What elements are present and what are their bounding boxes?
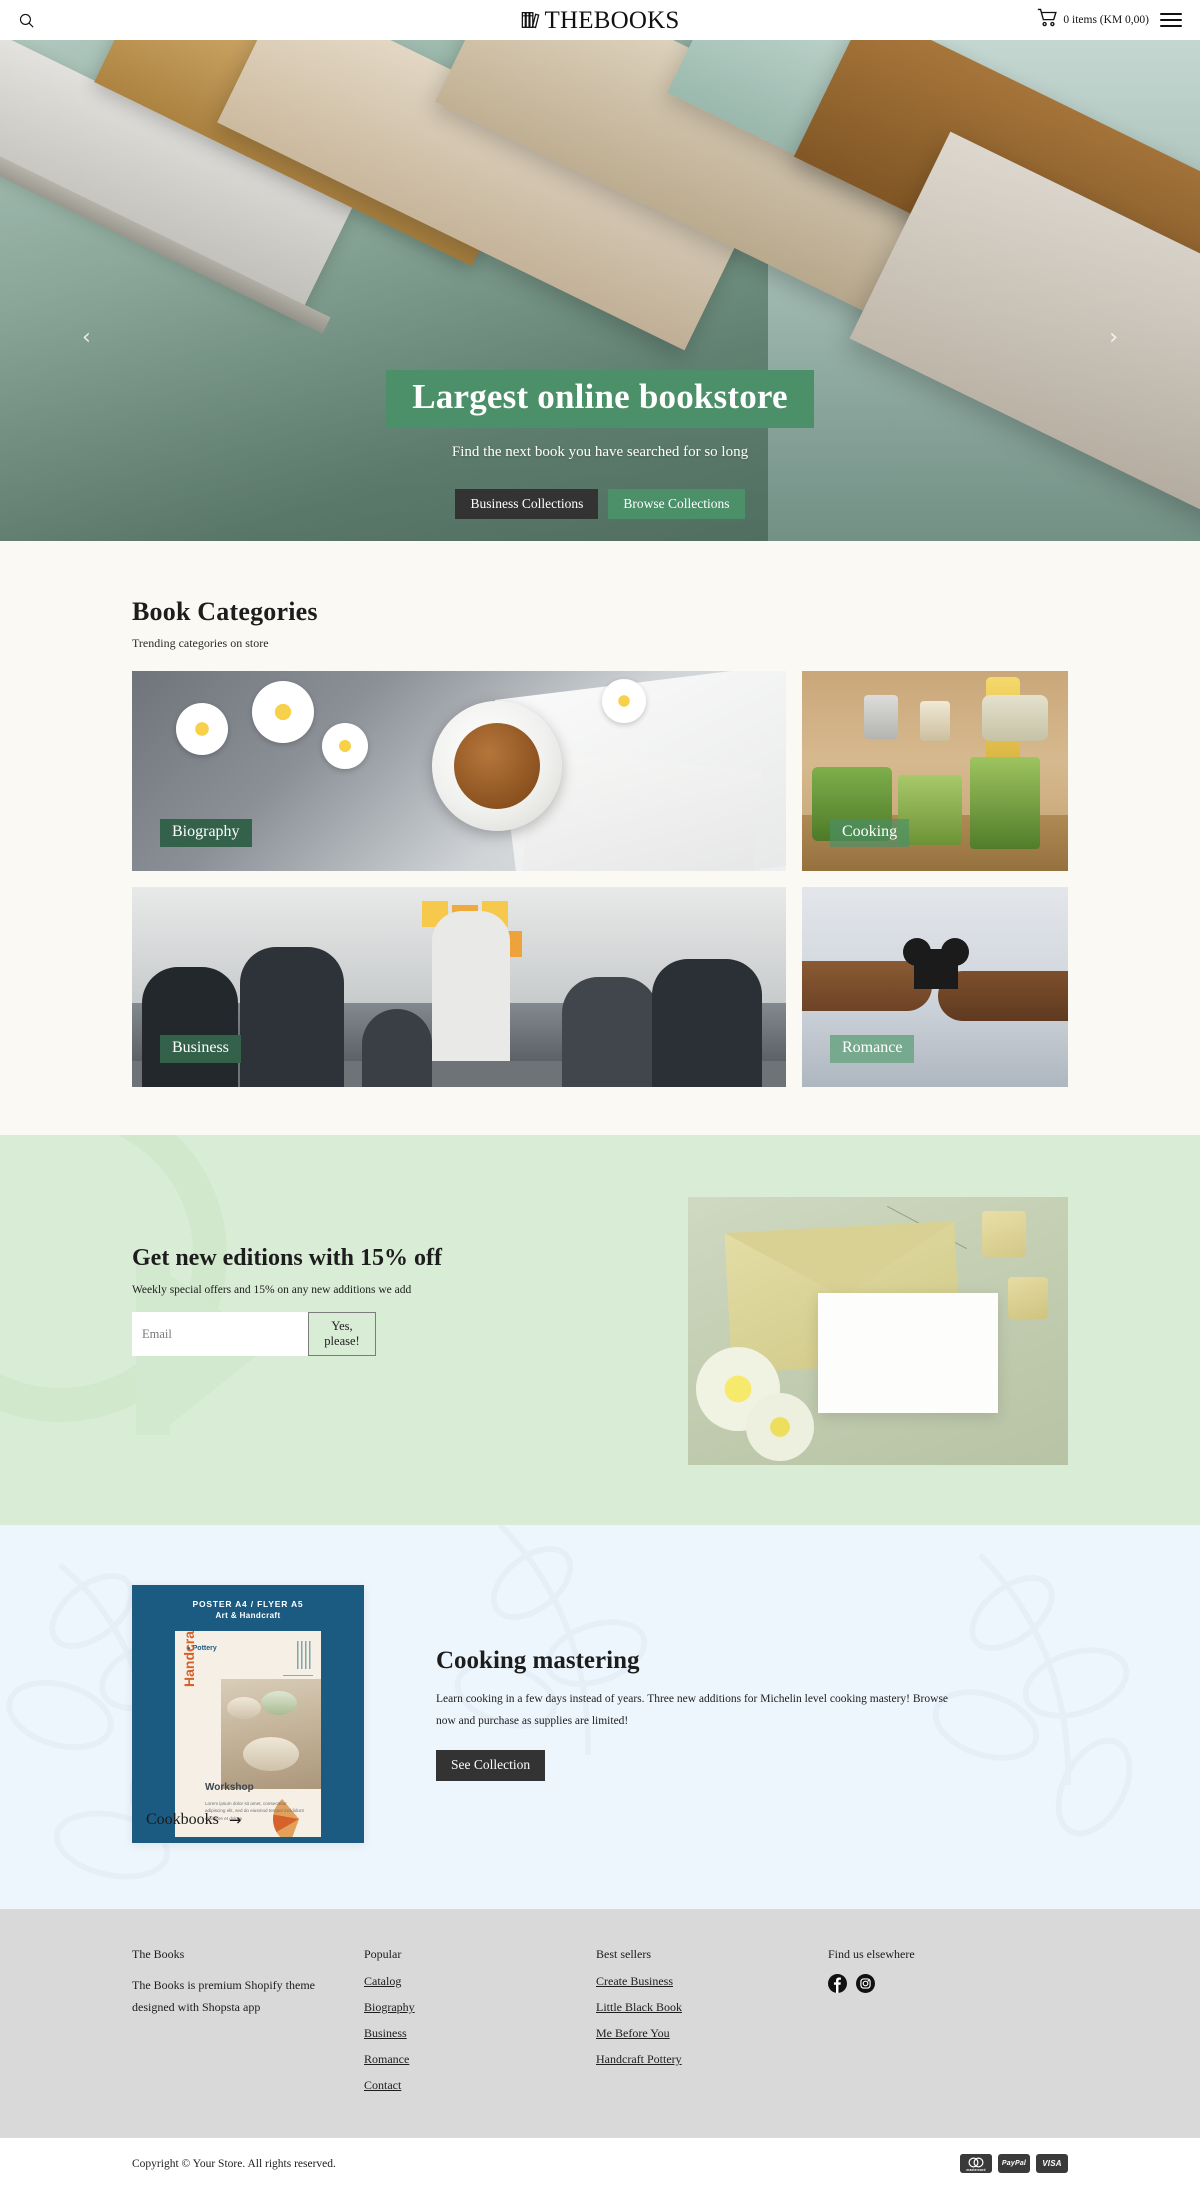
cookbooks-label: Cookbooks: [146, 1811, 219, 1828]
visa-icon: VISA: [1036, 2154, 1068, 2173]
email-field[interactable]: [132, 1312, 308, 1356]
browse-collections-button[interactable]: Browse Collections: [608, 488, 745, 520]
footer-column-social: Find us elsewhere: [828, 1947, 1068, 2104]
hero-title: Largest online bookstore: [386, 370, 814, 428]
logo-text: THEBOOKS: [544, 6, 680, 34]
footer-link-little-black-book[interactable]: Little Black Book: [596, 2000, 828, 2015]
footer-bottom-bar: Copyright © Your Store. All rights reser…: [0, 2138, 1200, 2189]
category-label: Business: [160, 1035, 241, 1063]
paypal-icon: PayPal: [998, 2154, 1030, 2173]
site-logo[interactable]: THEBOOKS: [521, 8, 680, 33]
footer-link-handcraft-pottery[interactable]: Handcraft Pottery: [596, 2052, 828, 2067]
poster-workshop-title: Workshop: [205, 1782, 254, 1793]
payment-methods: mastercard PayPal VISA: [960, 2154, 1068, 2173]
footer-link-contact[interactable]: Contact: [364, 2078, 596, 2093]
category-label: Biography: [160, 819, 252, 847]
poster-vertical-title: Handcraft Pottery: [181, 1631, 197, 1687]
newsletter-image: [688, 1197, 1068, 1465]
category-label: Romance: [830, 1035, 915, 1063]
cookbooks-link[interactable]: Cookbooks →: [146, 1811, 241, 1829]
category-label: Cooking: [830, 819, 910, 847]
newsletter-form: Yes, please!: [132, 1312, 376, 1356]
poster-head-line2: Art & Handcraft: [215, 1611, 281, 1620]
header-left: [18, 12, 35, 29]
category-card-business[interactable]: Business: [132, 887, 786, 1087]
header-right: 0 items (KM 0,00): [1037, 8, 1182, 32]
footer-heading: The Books: [132, 1947, 185, 1961]
hero-banner: ‹ › Largest online bookstore Find the ne…: [0, 40, 1200, 541]
newsletter-title: Get new editions with 15% off: [132, 1245, 442, 1271]
footer-column-about: The Books The Books is premium Shopify t…: [132, 1947, 364, 2104]
carousel-prev-arrow[interactable]: ‹: [82, 325, 91, 350]
footer-column-bestsellers: Best sellers Create Business Little Blac…: [596, 1947, 828, 2104]
site-header: THEBOOKS 0 items (KM 0,00): [0, 0, 1200, 40]
facebook-icon[interactable]: [828, 1974, 847, 1993]
hero-subtitle: Find the next book you have searched for…: [451, 443, 749, 460]
book-categories-section: Book Categories Trending categories on s…: [0, 541, 1200, 1135]
cart-button[interactable]: 0 items (KM 0,00): [1037, 8, 1149, 32]
poster-heading: POSTER A4 / FLYER A5 Art & Handcraft: [132, 1585, 364, 1620]
mastercard-icon: mastercard: [960, 2154, 992, 2173]
books-icon: [521, 9, 543, 31]
feature-section: POSTER A4 / FLYER A5 Art & Handcraft Pot…: [0, 1525, 1200, 1909]
cart-icon: [1037, 8, 1059, 32]
footer-heading: Best sellers: [596, 1947, 651, 1961]
footer-link-catalog[interactable]: Catalog: [364, 1974, 596, 1989]
footer-heading: Find us elsewhere: [828, 1947, 915, 1961]
svg-text:mastercard: mastercard: [966, 2168, 985, 2172]
site-footer: The Books The Books is premium Shopify t…: [0, 1909, 1200, 2138]
category-card-cooking[interactable]: Cooking: [802, 671, 1068, 871]
footer-link-create-business[interactable]: Create Business: [596, 1974, 828, 1989]
category-card-romance[interactable]: Romance: [802, 887, 1068, 1087]
header-center: THEBOOKS: [0, 8, 1200, 33]
business-collections-button[interactable]: Business Collections: [455, 488, 599, 520]
newsletter-submit-button[interactable]: Yes, please!: [308, 1312, 376, 1356]
search-icon[interactable]: [18, 12, 35, 29]
see-collection-button[interactable]: See Collection: [436, 1750, 546, 1781]
page-title: Book Categories: [132, 597, 318, 626]
poster-sheet: Pottery Handcraft Pottery Workshop Lorem…: [175, 1631, 321, 1837]
footer-heading: Popular: [364, 1947, 402, 1961]
carousel-next-arrow[interactable]: ›: [1109, 325, 1118, 350]
hero-content: Largest online bookstore Find the next b…: [0, 370, 1200, 520]
cart-label: 0 items (KM 0,00): [1063, 14, 1149, 26]
newsletter-section: Get new editions with 15% off Weekly spe…: [0, 1135, 1200, 1525]
footer-link-me-before-you[interactable]: Me Before You: [596, 2026, 828, 2041]
feature-body: Learn cooking in a few days instead of y…: [436, 1693, 949, 1727]
arrow-right-icon: →: [228, 1811, 242, 1829]
cookbooks-poster-card[interactable]: POSTER A4 / FLYER A5 Art & Handcraft Pot…: [132, 1585, 364, 1843]
footer-link-business[interactable]: Business: [364, 2026, 596, 2041]
footer-link-biography[interactable]: Biography: [364, 2000, 596, 2015]
hamburger-menu-icon[interactable]: [1160, 13, 1182, 27]
footer-description: The Books is premium Shopify theme desig…: [132, 1978, 315, 2015]
footer-link-romance[interactable]: Romance: [364, 2052, 596, 2067]
feature-text: Cooking mastering Learn cooking in a few…: [436, 1647, 1068, 1781]
hero-buttons: Business Collections Browse Collections: [455, 488, 745, 520]
feature-title: Cooking mastering: [436, 1647, 640, 1675]
instagram-icon[interactable]: [856, 1974, 875, 1993]
category-grid: Biography Cooking Business Romance: [132, 671, 1068, 1087]
category-card-biography[interactable]: Biography: [132, 671, 786, 871]
newsletter-text: Get new editions with 15% off Weekly spe…: [132, 1197, 572, 1356]
social-links: [828, 1974, 1068, 1993]
footer-column-popular: Popular Catalog Biography Business Roman…: [364, 1947, 596, 2104]
copyright-text: Copyright © Your Store. All rights reser…: [132, 2157, 336, 2170]
section-subtitle: Trending categories on store: [132, 636, 269, 650]
poster-head-line1: POSTER A4 / FLYER A5: [192, 1599, 304, 1609]
newsletter-subtitle: Weekly special offers and 15% on any new…: [132, 1284, 412, 1296]
